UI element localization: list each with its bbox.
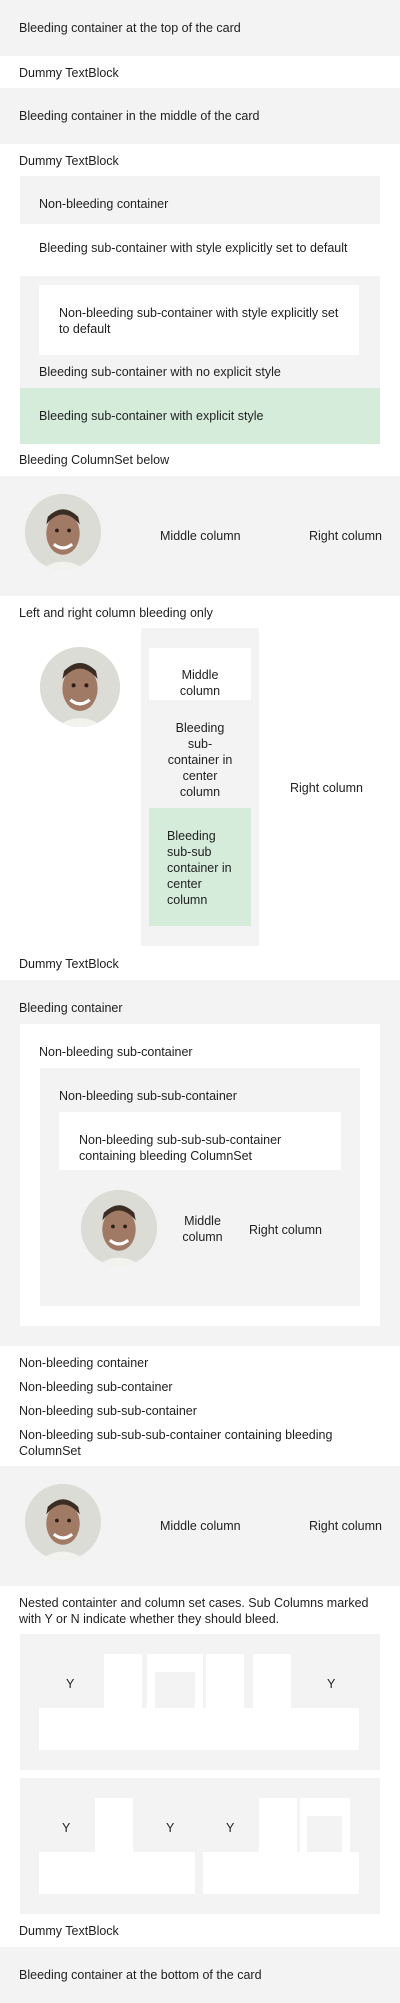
- dummy-textblock-3: Dummy TextBlock: [19, 957, 119, 971]
- nb-sub-text: Non-bleeding sub-container: [39, 1045, 193, 1059]
- lr-right-column: Right column: [290, 781, 363, 795]
- nested-2-bottom-left: [39, 1852, 195, 1894]
- colset-below-text: Bleeding ColumnSet below: [19, 453, 170, 467]
- cs1-middle-column: Middle column: [160, 529, 241, 543]
- bleeding-sub-noexplicit-text: Bleeding sub-container with no explicit …: [39, 365, 281, 379]
- nested-2-col-a: [95, 1798, 133, 1852]
- nested-description: Nested containter and column set cases. …: [19, 1596, 369, 1626]
- dummy-textblock-4: Dummy TextBlock: [19, 1924, 119, 1938]
- non-bleeding-container-text: Non-bleeding container: [39, 197, 169, 211]
- lr-middle-column-text: Middle column: [179, 668, 221, 698]
- nb2-sub-text: Non-bleeding sub-container: [19, 1380, 173, 1394]
- nb2-container-text: Non-bleeding container: [19, 1356, 149, 1370]
- nb-subsubsub-text: Non-bleeding sub-sub-sub-container conta…: [79, 1133, 282, 1163]
- dummy-textblock-2: Dummy TextBlock: [19, 154, 119, 168]
- lr-bleeding-subsub-text: Bleeding sub-sub container in center col…: [167, 829, 232, 907]
- avatar-icon: [40, 647, 120, 727]
- avatar-icon: [81, 1190, 157, 1266]
- nested-1-col-a: [104, 1654, 142, 1708]
- cs3-right-column: Right column: [309, 1519, 382, 1533]
- nested-1-bottom-row: [39, 1708, 359, 1750]
- nested-1-col-c: [206, 1654, 244, 1708]
- lr-bleeding-sub-text: Bleeding sub-container in center column: [167, 721, 233, 799]
- nb2-subsub-text: Non-bleeding sub-sub-container: [19, 1404, 197, 1418]
- non-bleeding-sub-default-text: Non-bleeding sub-container with style ex…: [59, 306, 339, 336]
- nested-2-y-2: Y: [166, 1821, 175, 1835]
- bleeding-sub-default-text: Bleeding sub-container with style explic…: [39, 241, 348, 255]
- nb-subsub-text: Non-bleeding sub-sub-container: [59, 1089, 237, 1103]
- cs2-middle-column: Middle column: [182, 1214, 223, 1244]
- cs2-right-column: Right column: [249, 1223, 322, 1237]
- bleeding-container-text: Bleeding container: [19, 1001, 123, 1015]
- nested-2-y-1: Y: [62, 1821, 71, 1835]
- nested-1-y-left: Y: [66, 1677, 75, 1691]
- avatar-icon: [25, 1484, 101, 1560]
- cs1-right-column: Right column: [309, 529, 382, 543]
- nb2-subsubsub-text: Non-bleeding sub-sub-sub-container conta…: [19, 1428, 333, 1458]
- top-container-text: Bleeding container at the top of the car…: [19, 21, 241, 35]
- bottom-container-text: Bleeding container at the bottom of the …: [19, 1968, 262, 1982]
- bleeding-sub-explicit-text: Bleeding sub-container with explicit sty…: [39, 409, 264, 423]
- nested-1-y-right: Y: [327, 1677, 336, 1691]
- dummy-textblock-1: Dummy TextBlock: [19, 66, 119, 80]
- cs3-middle-column: Middle column: [160, 1519, 241, 1533]
- lr-bleeding-text: Left and right column bleeding only: [19, 606, 213, 620]
- nested-2-y-3: Y: [226, 1821, 235, 1835]
- nested-1-col-d: [253, 1654, 291, 1708]
- nested-2-col-b: [259, 1798, 297, 1852]
- middle-container-text: Bleeding container in the middle of the …: [19, 109, 260, 123]
- nested-2-bottom-right: [203, 1852, 359, 1894]
- avatar-icon: [25, 494, 101, 570]
